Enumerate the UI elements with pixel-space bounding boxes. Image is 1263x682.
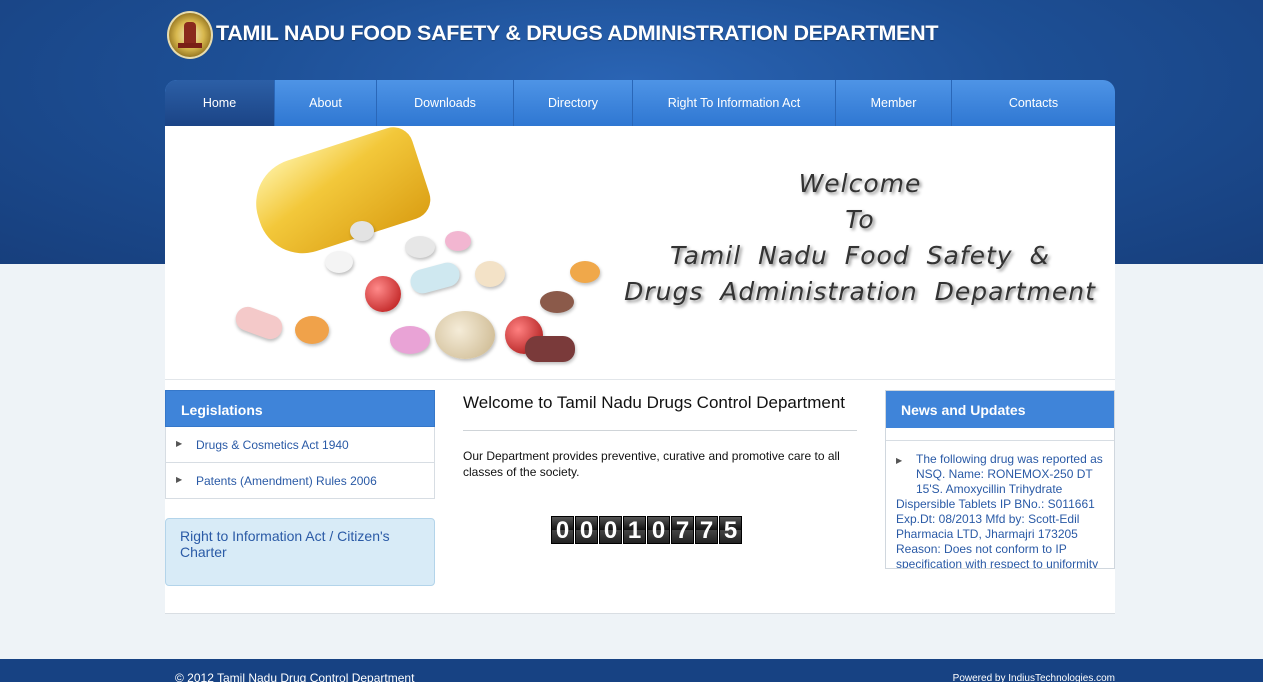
legislation-link-label: Drugs & Cosmetics Act 1940 xyxy=(196,438,349,452)
nav-item-directory[interactable]: Directory xyxy=(514,80,633,126)
pill-shape xyxy=(445,231,471,251)
capsule-shape xyxy=(525,336,575,362)
state-emblem-icon xyxy=(167,11,213,59)
news-item-text-continued: Dispersible Tablets IP BNo.: S011661 Exp… xyxy=(896,497,1099,568)
pill-shape xyxy=(405,236,435,258)
site-title: TAMIL NADU FOOD SAFETY & DRUGS ADMINISTR… xyxy=(216,21,939,45)
nav-item-home[interactable]: Home xyxy=(165,80,275,126)
counter-digit: 0 xyxy=(599,516,622,544)
counter-digit: 0 xyxy=(647,516,670,544)
pill-shape xyxy=(350,221,374,241)
arrow-right-icon: ▶ xyxy=(176,439,183,448)
capsule-shape xyxy=(232,303,286,343)
counter-digit: 5 xyxy=(719,516,742,544)
counter-digit: 1 xyxy=(623,516,646,544)
welcome-line: Welcome xyxy=(798,169,922,198)
pill-shape xyxy=(325,251,353,273)
main-nav: Home About Downloads Directory Right To … xyxy=(165,80,1115,126)
content-panel: Welcome To Tamil Nadu Food Safety & Drug… xyxy=(165,126,1115,614)
powered-by-link[interactable]: Powered by IndiusTechnologies.com xyxy=(953,673,1115,682)
page-title: Welcome to Tamil Nadu Drugs Control Depa… xyxy=(463,394,857,431)
copyright-text: © 2012 Tamil Nadu Drug Control Departmen… xyxy=(175,671,415,682)
pill-shape xyxy=(435,311,495,359)
pills-image xyxy=(175,126,615,380)
nav-item-about[interactable]: About xyxy=(275,80,377,126)
legislations-heading: Legislations xyxy=(165,390,435,427)
arrow-right-icon: ▶ xyxy=(896,456,903,465)
welcome-banner: Welcome To Tamil Nadu Food Safety & Drug… xyxy=(165,126,1115,380)
nav-item-downloads[interactable]: Downloads xyxy=(377,80,514,126)
capsule-shape xyxy=(407,259,463,297)
welcome-banner-text: Welcome To Tamil Nadu Food Safety & Drug… xyxy=(620,166,1100,310)
pill-shape xyxy=(390,326,430,354)
left-sidebar: Legislations ▶ Drugs & Cosmetics Act 194… xyxy=(165,390,435,586)
counter-digit: 0 xyxy=(551,516,574,544)
news-item-text: The following drug was reported as NSQ. … xyxy=(916,452,1103,496)
legislation-link[interactable]: ▶ Drugs & Cosmetics Act 1940 xyxy=(165,427,435,463)
nav-item-rti[interactable]: Right To Information Act xyxy=(633,80,836,126)
welcome-line: Tamil Nadu Food Safety & xyxy=(669,241,1051,270)
pill-shape xyxy=(540,291,574,313)
counter-digit: 7 xyxy=(671,516,694,544)
counter-digit: 0 xyxy=(575,516,598,544)
pill-shape xyxy=(295,316,329,344)
pill-shape xyxy=(475,261,505,287)
arrow-right-icon: ▶ xyxy=(176,475,183,484)
news-heading: News and Updates xyxy=(886,391,1114,428)
counter-digit: 7 xyxy=(695,516,718,544)
emblem-tower-shape xyxy=(184,22,196,44)
pill-shape xyxy=(365,276,401,312)
intro-text: Our Department provides preventive, cura… xyxy=(463,449,840,479)
welcome-line: Drugs Administration Department xyxy=(624,277,1096,306)
main-column: Welcome to Tamil Nadu Drugs Control Depa… xyxy=(463,394,857,544)
welcome-line: To xyxy=(845,205,875,234)
footer: © 2012 Tamil Nadu Drug Control Departmen… xyxy=(0,659,1263,682)
emblem-base-shape xyxy=(178,43,202,48)
news-item[interactable]: ▶ The following drug was reported as NSQ… xyxy=(886,440,1114,568)
legislation-link-label: Patents (Amendment) Rules 2006 xyxy=(196,474,377,488)
news-panel: News and Updates ▶ The following drug wa… xyxy=(885,390,1115,569)
legislation-link[interactable]: ▶ Patents (Amendment) Rules 2006 xyxy=(165,463,435,499)
nav-item-member[interactable]: Member xyxy=(836,80,952,126)
visitor-counter: 0 0 0 1 0 7 7 5 xyxy=(551,516,742,544)
pill-shape xyxy=(570,261,600,283)
news-ticker[interactable]: ▶ The following drug was reported as NSQ… xyxy=(886,428,1114,568)
nav-item-contacts[interactable]: Contacts xyxy=(952,80,1115,126)
rti-charter-link[interactable]: Right to Information Act / Citizen's Cha… xyxy=(165,518,435,586)
